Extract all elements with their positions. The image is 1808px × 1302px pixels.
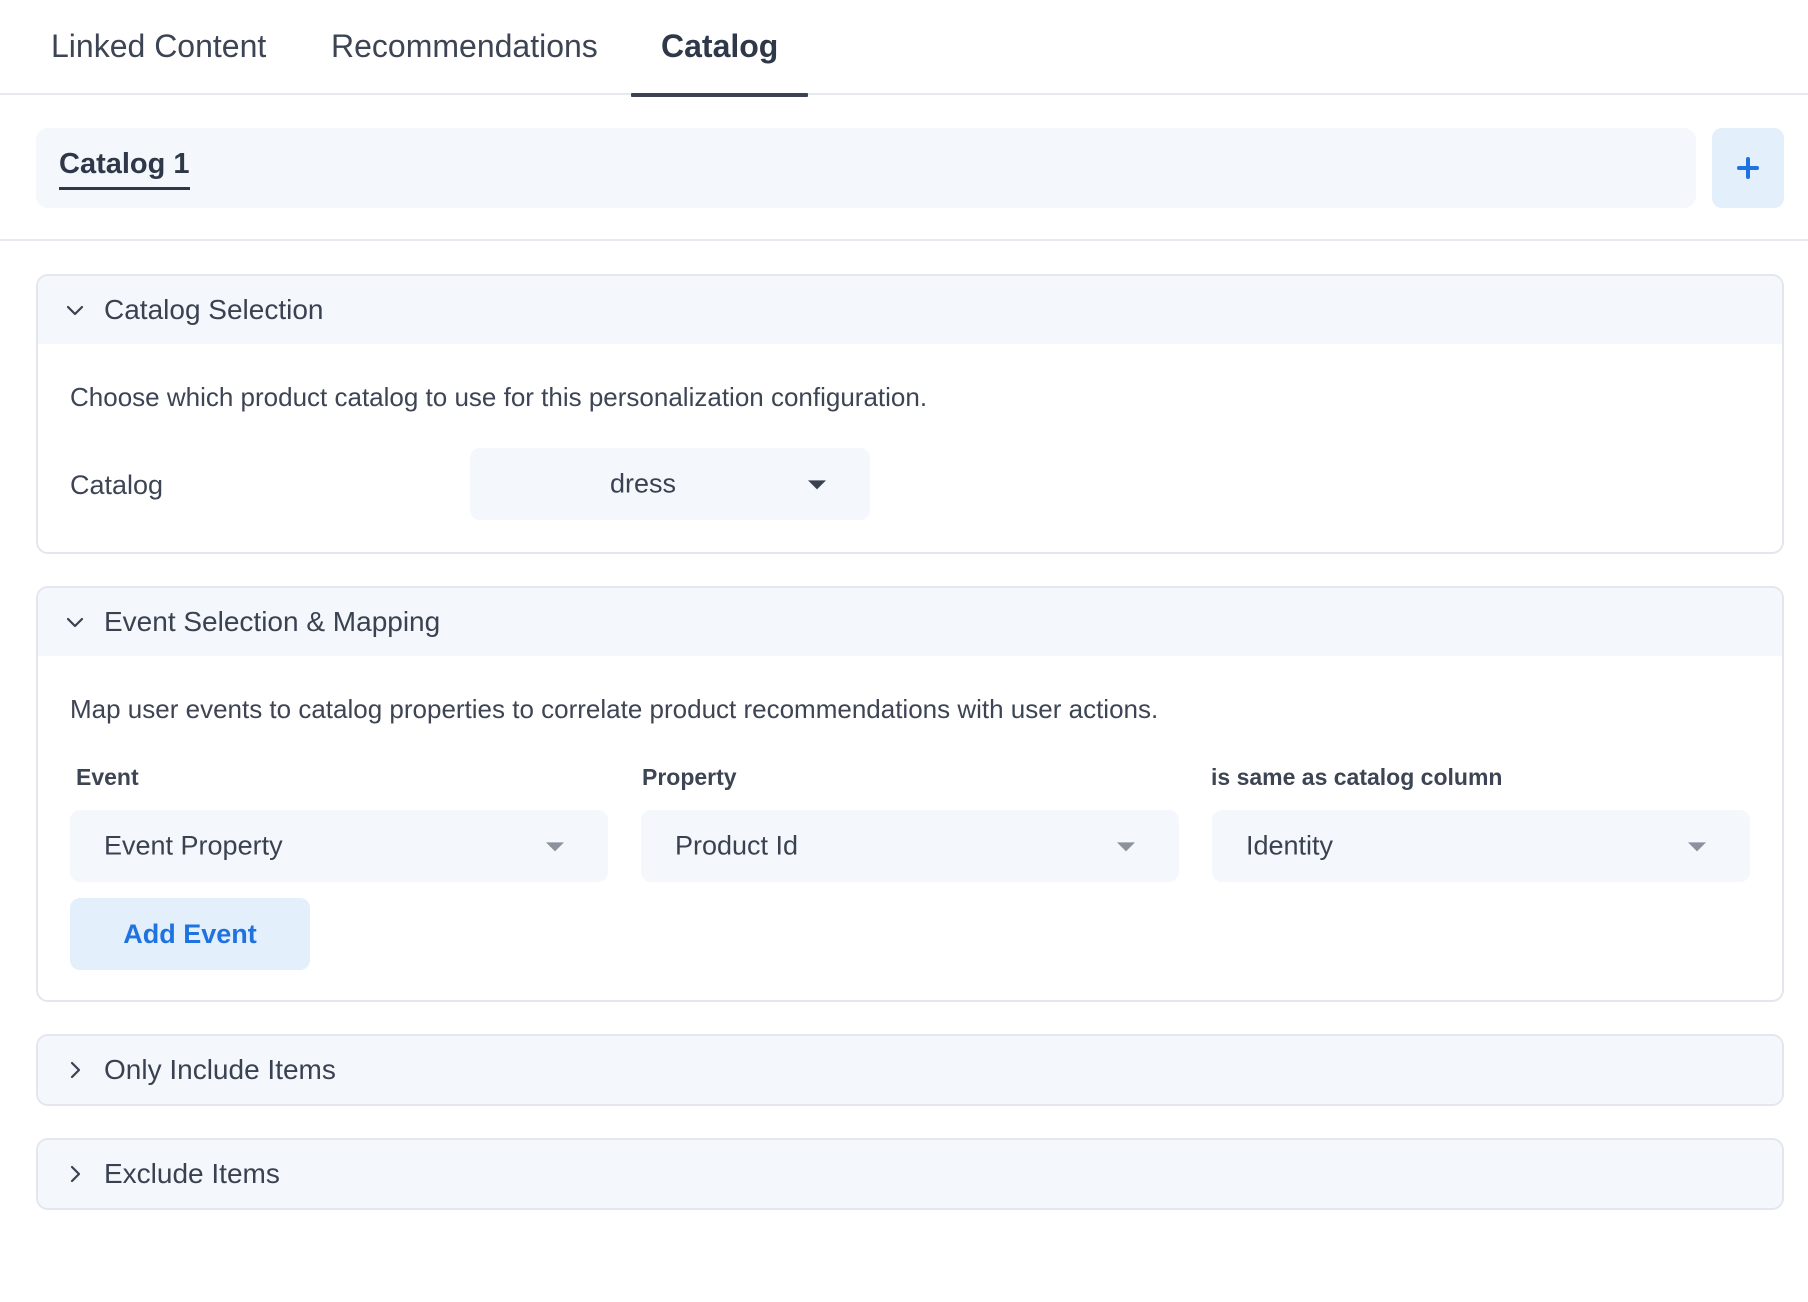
event-select-value: Event Property [104, 830, 283, 861]
catalog-select[interactable]: dress [470, 448, 870, 520]
divider [0, 239, 1808, 241]
catalog-selection-section: Catalog Selection Choose which product c… [36, 274, 1784, 554]
section-description: Choose which product catalog to use for … [70, 382, 928, 412]
caret-down-icon [1117, 842, 1135, 852]
event-mapping-header[interactable]: Event Selection & Mapping [38, 588, 1782, 656]
caret-down-icon [1688, 842, 1706, 852]
add-event-button[interactable]: Add Event [70, 898, 310, 970]
exclude-items-header[interactable]: Exclude Items [38, 1140, 1782, 1208]
caret-down-icon [808, 480, 826, 490]
caret-down-icon [546, 842, 564, 852]
section-title: Catalog Selection [104, 294, 324, 325]
tab-catalog[interactable]: Catalog [631, 26, 809, 97]
chevron-right-icon [64, 1163, 86, 1185]
tab-recommendations[interactable]: Recommendations [301, 26, 628, 95]
event-column-label: Event [76, 764, 139, 790]
section-title: Event Selection & Mapping [104, 606, 441, 637]
chevron-right-icon [64, 1059, 86, 1081]
catalog-tab-bar: Catalog 1 [36, 128, 1696, 208]
top-tab-bar: Linked Content Recommendations Catalog [0, 0, 1808, 97]
catalog-label: Catalog [70, 470, 164, 500]
tab-linked-content[interactable]: Linked Content [21, 26, 296, 95]
event-select[interactable]: Event Property [70, 810, 608, 882]
catalog-column-label: is same as catalog column [1211, 764, 1503, 790]
property-select[interactable]: Product Id [641, 810, 1179, 882]
catalog-select-value: dress [610, 468, 677, 499]
include-items-header[interactable]: Only Include Items [38, 1036, 1782, 1104]
section-title: Only Include Items [104, 1054, 336, 1085]
catalog-column-select-value: Identity [1246, 830, 1334, 861]
include-items-section: Only Include Items [36, 1034, 1784, 1106]
exclude-items-section: Exclude Items [36, 1138, 1784, 1210]
event-mapping-section: Event Selection & Mapping Map user event… [36, 586, 1784, 1002]
property-column-label: Property [642, 764, 737, 790]
section-description: Map user events to catalog properties to… [70, 694, 1159, 724]
catalog-tab-1[interactable]: Catalog 1 [59, 148, 190, 190]
chevron-down-icon [64, 299, 86, 321]
section-title: Exclude Items [104, 1158, 280, 1189]
add-catalog-button[interactable] [1712, 128, 1784, 208]
plus-icon [1737, 157, 1759, 179]
catalog-column-select[interactable]: Identity [1212, 810, 1750, 882]
catalog-selection-header[interactable]: Catalog Selection [38, 276, 1782, 344]
chevron-down-icon [64, 611, 86, 633]
property-select-value: Product Id [675, 830, 799, 861]
